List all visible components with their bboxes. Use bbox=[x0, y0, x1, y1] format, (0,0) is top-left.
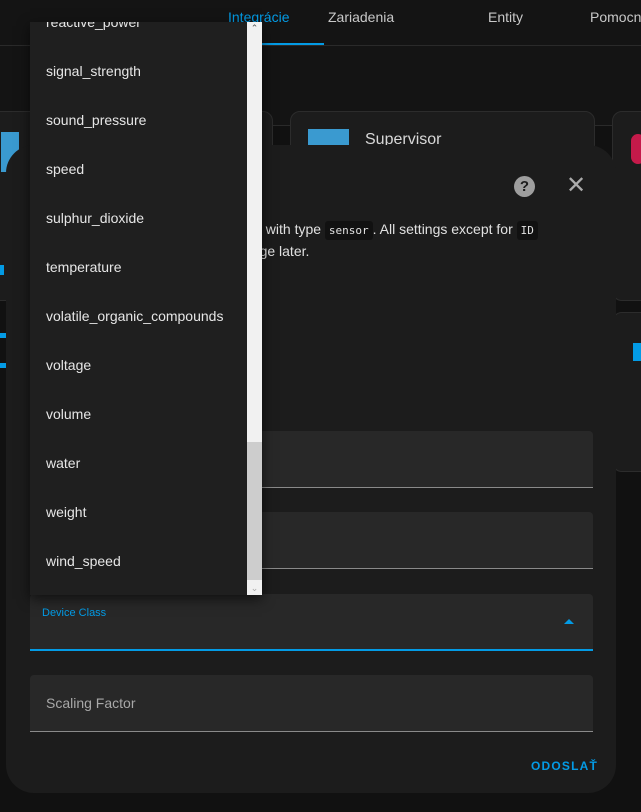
tab-entity[interactable]: Entity bbox=[488, 9, 523, 25]
desc-text: . All settings except for bbox=[372, 221, 517, 237]
scaling-factor-placeholder: Scaling Factor bbox=[46, 695, 136, 711]
option-water[interactable]: water bbox=[46, 455, 80, 471]
card-edge bbox=[0, 265, 4, 275]
device-class-select[interactable]: Device Class bbox=[30, 594, 593, 651]
option-volume[interactable]: volume bbox=[46, 406, 91, 422]
integration-card-raspberry[interactable] bbox=[612, 111, 641, 301]
integration-icon bbox=[633, 343, 641, 361]
close-icon[interactable]: ✕ bbox=[566, 173, 586, 199]
option-volatile-organic-compounds[interactable]: volatile_organic_compounds bbox=[46, 308, 223, 324]
help-icon[interactable]: ? bbox=[514, 176, 535, 197]
option-sulphur-dioxide[interactable]: sulphur_dioxide bbox=[46, 210, 144, 226]
option-reactive-power[interactable]: reactive_power bbox=[46, 22, 141, 30]
triangle-up-icon bbox=[564, 619, 574, 624]
submit-button[interactable]: ODOSLAŤ bbox=[531, 759, 598, 773]
option-sound-pressure[interactable]: sound_pressure bbox=[46, 112, 146, 128]
scroll-down-icon[interactable]: ⌄ bbox=[247, 583, 262, 594]
option-wind-speed[interactable]: wind_speed bbox=[46, 553, 121, 569]
tab-pomocnici[interactable]: Pomocn bbox=[590, 9, 641, 25]
option-voltage[interactable]: voltage bbox=[46, 357, 91, 373]
option-signal-strength[interactable]: signal_strength bbox=[46, 63, 141, 79]
device-class-dropdown: reactive_power signal_strength sound_pre… bbox=[30, 22, 262, 595]
dialog-description: tity with type sensor. All settings exce… bbox=[244, 221, 538, 240]
option-temperature[interactable]: temperature bbox=[46, 259, 121, 275]
code-sensor: sensor bbox=[324, 221, 373, 240]
raspberry-pi-icon bbox=[631, 134, 641, 164]
device-class-label: Device Class bbox=[42, 607, 107, 619]
tab-zariadenia[interactable]: Zariadenia bbox=[328, 9, 394, 25]
scaling-factor-input[interactable]: Scaling Factor bbox=[30, 675, 593, 732]
integration-card[interactable] bbox=[612, 312, 641, 472]
dropdown-scrollbar[interactable]: ⌃ ⌄ bbox=[247, 22, 262, 595]
option-speed[interactable]: speed bbox=[46, 161, 84, 177]
scroll-up-icon[interactable]: ⌃ bbox=[247, 23, 262, 34]
scrollbar-thumb[interactable] bbox=[247, 442, 262, 580]
option-weight[interactable]: weight bbox=[46, 504, 86, 520]
code-id: ID bbox=[516, 221, 538, 240]
